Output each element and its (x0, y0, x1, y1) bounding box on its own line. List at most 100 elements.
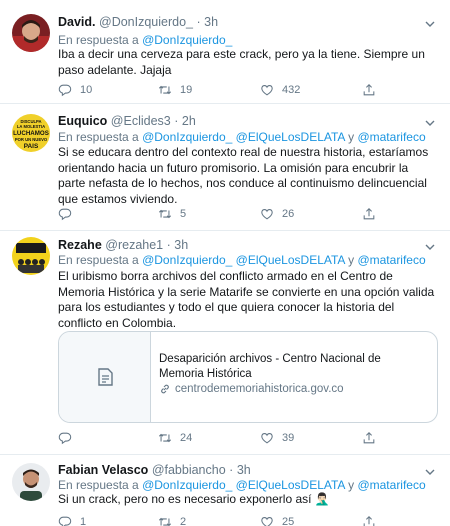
retweet-icon (158, 433, 172, 443)
reply-icon (58, 516, 72, 526)
avatar[interactable] (12, 14, 50, 52)
separator-dot: · (229, 463, 234, 477)
tweet-actions: 10 19 432 (58, 82, 388, 98)
user-handle[interactable]: @DonIzquierdo_ (99, 15, 193, 29)
chevron-down-icon[interactable] (424, 116, 436, 128)
reply-context: En respuesta a @DonIzquierdo_ @ElQueLosD… (58, 130, 426, 144)
share-button[interactable] (362, 514, 376, 526)
mention-link[interactable]: @ElQueLosDELATA (236, 478, 345, 492)
timestamp[interactable]: 3h (237, 463, 251, 477)
reply-prefix: En respuesta a (58, 478, 139, 492)
chevron-down-icon[interactable] (424, 17, 436, 29)
tweet-header: Rezahe @rezahe1 · 3h (58, 238, 188, 252)
display-name[interactable]: Rezahe (58, 238, 102, 252)
heart-icon (261, 209, 273, 220)
retweet-button[interactable]: 2 (158, 514, 186, 526)
chevron-down-icon[interactable] (424, 465, 436, 477)
retweet-button[interactable]: 5 (158, 206, 186, 222)
user-handle[interactable]: @rezahe1 (105, 238, 163, 252)
tweet-actions: 5 26 (58, 206, 388, 222)
tweet[interactable]: Fabian Velasco @fabbiancho · 3h En respu… (0, 455, 450, 526)
display-name[interactable]: David. (58, 15, 96, 29)
mention-joiner: y (348, 130, 355, 144)
mention-link[interactable]: @ElQueLosDELATA (236, 130, 345, 144)
reply-icon (58, 432, 72, 445)
link-card[interactable]: Desaparición archivos - Centro Nacional … (58, 331, 438, 423)
user-handle[interactable]: @Eclides3 (111, 114, 171, 128)
retweet-button[interactable]: 24 (158, 430, 192, 446)
tweet[interactable]: David. @DonIzquierdo_ · 3h En respuesta … (0, 0, 450, 104)
like-count: 39 (282, 432, 295, 444)
timestamp[interactable]: 3h (204, 15, 218, 29)
share-icon (363, 516, 375, 526)
retweet-icon (158, 85, 172, 95)
like-button[interactable]: 25 (260, 514, 294, 526)
mention-link[interactable]: @DonIzquierdo_ (142, 130, 232, 144)
link-icon (161, 384, 169, 394)
avatar-text: LA MOLESTIA (17, 124, 45, 129)
share-button[interactable] (362, 430, 376, 446)
like-button[interactable]: 39 (260, 430, 294, 446)
avatar-text: PAIS (24, 143, 39, 150)
mention-link[interactable]: @DonIzquierdo_ (142, 33, 232, 47)
tweet-text: Si se educara dentro del contexto real d… (58, 145, 429, 206)
retweet-count: 2 (180, 516, 187, 526)
mention-link[interactable]: @matarifeco (357, 130, 425, 144)
tweet-header: David. @DonIzquierdo_ · 3h (58, 15, 218, 29)
like-button[interactable]: 432 (260, 82, 300, 98)
reply-button[interactable]: 10 (58, 82, 92, 98)
retweet-icon (158, 209, 172, 219)
share-icon (363, 84, 375, 96)
card-title: Desaparición archivos - Centro Nacional … (159, 353, 381, 380)
separator-dot: · (196, 15, 201, 29)
retweet-count: 5 (180, 208, 187, 220)
display-name[interactable]: Fabian Velasco (58, 463, 148, 477)
reply-button[interactable] (58, 206, 80, 222)
share-button[interactable] (362, 206, 376, 222)
tweet-text: Si un crack, pero no es necesario expone… (58, 492, 330, 506)
avatar[interactable]: DISCULPA LA MOLESTIA LUCHAMOS POR UN NUE… (12, 114, 50, 152)
timestamp[interactable]: 3h (174, 238, 188, 252)
card-url: centrodememoriahistorica.gov.co (159, 383, 344, 395)
reply-count: 10 (80, 84, 93, 96)
tweet-header: Fabian Velasco @fabbiancho · 3h (58, 463, 251, 477)
retweet-button[interactable]: 19 (158, 82, 192, 98)
chevron-down-icon[interactable] (424, 240, 436, 252)
mention-link[interactable]: @matarifeco (357, 478, 425, 492)
tweet[interactable]: DISCULPA LA MOLESTIA LUCHAMOS POR UN NUE… (0, 104, 450, 231)
mention-link[interactable]: @matarifeco (357, 253, 425, 267)
tweet-header: Euquico @Eclides3 · 2h (58, 114, 196, 128)
share-icon (363, 432, 375, 444)
separator-dot: · (166, 238, 171, 252)
tweet-actions: 24 39 (58, 430, 388, 446)
reply-feed: David. @DonIzquierdo_ · 3h En respuesta … (0, 0, 450, 526)
tweet[interactable]: Rezahe @rezahe1 · 3h En respuesta a @Don… (0, 231, 450, 455)
share-button[interactable] (362, 82, 376, 98)
mention-link[interactable]: @DonIzquierdo_ (142, 253, 232, 267)
share-icon (363, 208, 375, 220)
like-button[interactable]: 26 (260, 206, 294, 222)
reply-button[interactable]: 1 (58, 514, 86, 526)
reply-prefix: En respuesta a (58, 130, 139, 144)
avatar[interactable] (12, 237, 50, 275)
retweet-icon (158, 517, 172, 526)
mention-joiner: y (348, 253, 355, 267)
reply-count: 1 (80, 516, 87, 526)
reply-icon (58, 84, 72, 97)
heart-icon (261, 85, 273, 96)
reply-icon (58, 208, 72, 221)
like-count: 26 (282, 208, 295, 220)
tweet-text: Iba a decir una cerveza para este crack,… (58, 47, 425, 77)
avatar[interactable] (12, 463, 50, 501)
avatar-text: LUCHAMOS (13, 130, 49, 137)
like-count: 25 (282, 516, 295, 526)
reply-prefix: En respuesta a (58, 33, 139, 47)
reply-button[interactable] (58, 430, 80, 446)
tweet-text: El uribismo borra archivos del conflicto… (58, 269, 435, 330)
card-thumbnail (59, 332, 151, 422)
display-name[interactable]: Euquico (58, 114, 107, 128)
timestamp[interactable]: 2h (182, 114, 196, 128)
mention-link[interactable]: @ElQueLosDELATA (236, 253, 345, 267)
user-handle[interactable]: @fabbiancho (152, 463, 226, 477)
mention-link[interactable]: @DonIzquierdo_ (142, 478, 232, 492)
